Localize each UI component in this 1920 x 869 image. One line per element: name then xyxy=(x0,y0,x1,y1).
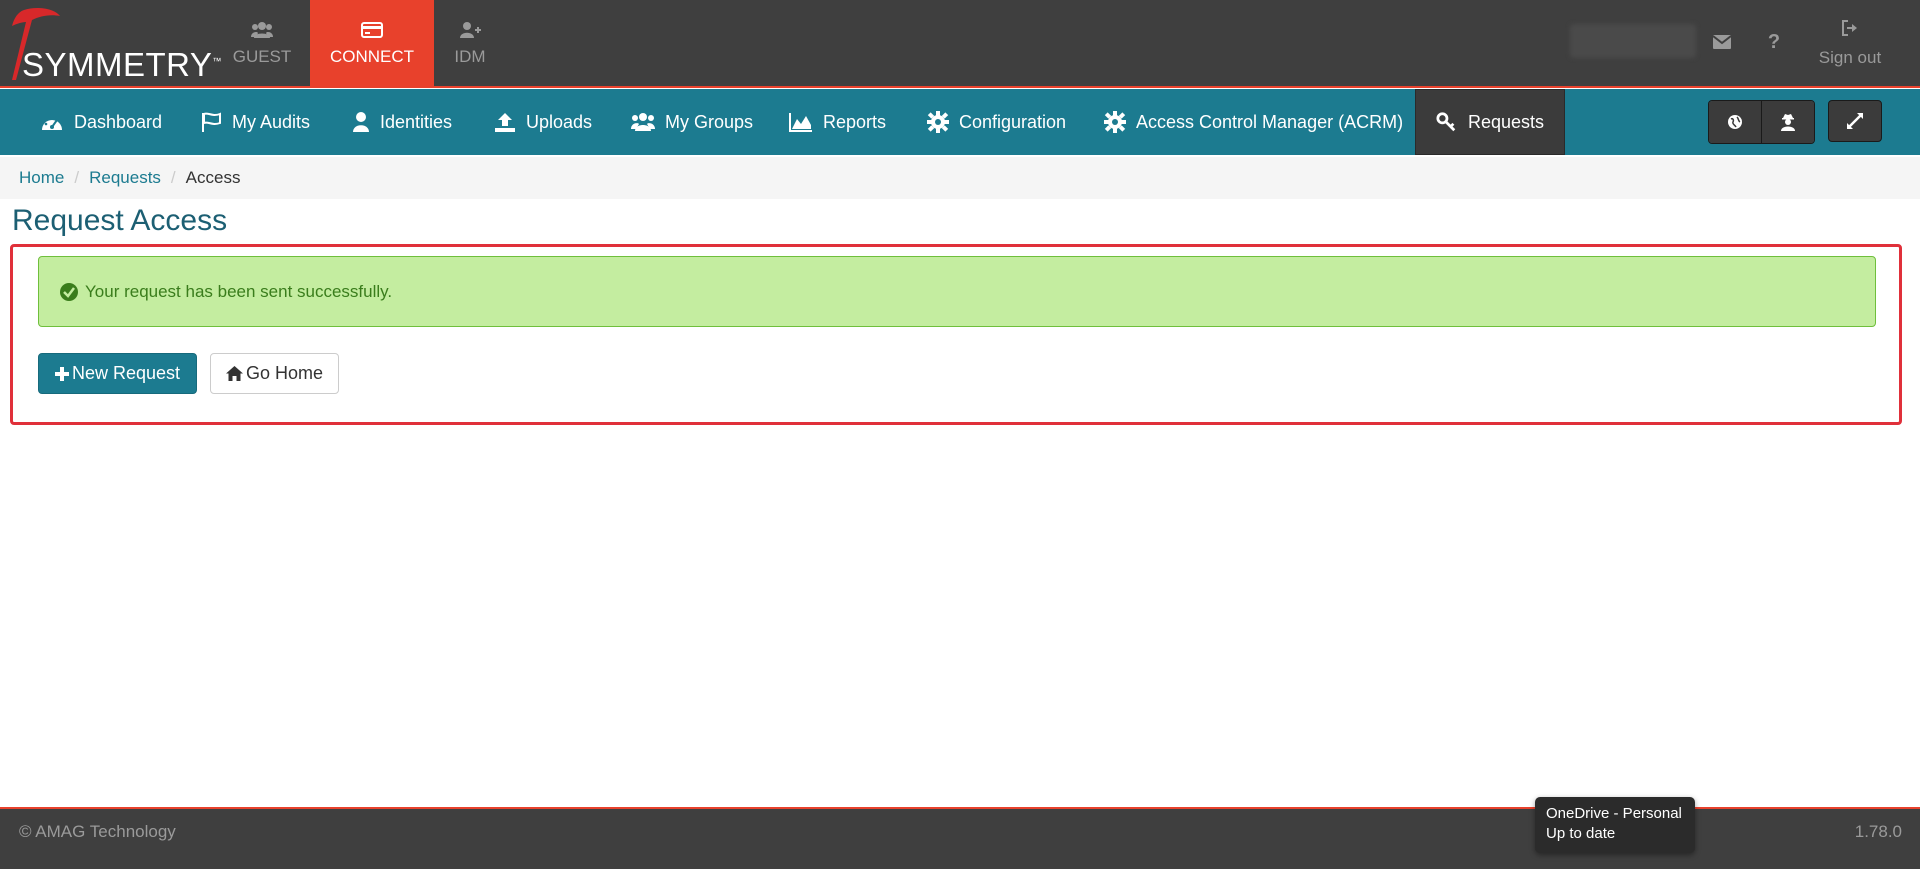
flag-icon xyxy=(202,112,221,132)
logo-trademark: ™ xyxy=(212,56,222,66)
nav-item-label: Access Control Manager (ACRM) xyxy=(1136,111,1404,132)
nav-item-configuration[interactable]: Configuration xyxy=(927,89,1066,155)
tooltip-line-1: OneDrive - Personal xyxy=(1546,805,1682,822)
check-circle-icon xyxy=(60,282,78,301)
globe-icon xyxy=(1728,115,1742,129)
nav-item-identities[interactable]: Identities xyxy=(352,89,452,155)
breadcrumb: Home / Requests / Access xyxy=(0,157,1920,199)
expand-icon xyxy=(1847,113,1863,129)
symmetry-logo[interactable]: SYMMETRY™ xyxy=(6,6,221,84)
sign-out-icon xyxy=(1808,20,1892,40)
breadcrumb-home[interactable]: Home xyxy=(19,168,64,188)
app-tab-label: IDM xyxy=(454,47,486,66)
user-secret-button[interactable] xyxy=(1761,101,1814,143)
app-tab-label: CONNECT xyxy=(329,47,415,66)
app-tab-guest[interactable]: GUEST xyxy=(222,0,302,86)
nav-item-label: Configuration xyxy=(959,111,1067,132)
go-home-button[interactable]: Go Home xyxy=(210,353,339,394)
gear-icon xyxy=(1104,111,1126,133)
area-chart-icon xyxy=(789,113,812,132)
app-tab-connect[interactable]: CONNECT xyxy=(310,0,434,86)
sign-out-label: Sign out xyxy=(1818,48,1882,67)
nav-item-dashboard[interactable]: Dashboard xyxy=(40,89,162,155)
user-icon xyxy=(353,112,369,132)
card-icon xyxy=(361,19,383,41)
globe-button[interactable] xyxy=(1709,101,1761,143)
nav-button-group xyxy=(1708,100,1815,144)
new-request-label: New Request xyxy=(71,363,181,383)
upload-icon xyxy=(495,113,515,132)
nav-item-reports[interactable]: Reports xyxy=(789,89,886,155)
nav-item-label: Requests xyxy=(1467,111,1544,132)
breadcrumb-separator: / xyxy=(170,168,176,187)
top-bar: SYMMETRY™ GUEST CONNECT IDM ? Sign out xyxy=(0,0,1920,88)
nav-item-label: My Groups xyxy=(665,111,754,132)
breadcrumb-separator: / xyxy=(74,168,80,187)
tooltip-line-2: Up to date xyxy=(1546,825,1616,842)
nav-item-my-groups[interactable]: My Groups xyxy=(631,89,753,155)
users-icon xyxy=(251,19,273,41)
gear-icon xyxy=(927,111,949,133)
plus-icon xyxy=(54,366,69,381)
logo-text: SYMMETRY xyxy=(22,46,213,83)
home-icon xyxy=(225,366,243,381)
footer-copyright: © AMAG Technology xyxy=(19,822,176,841)
page-title: Request Access xyxy=(12,204,228,237)
nav-item-label: My Audits xyxy=(232,111,311,132)
question-icon[interactable]: ? xyxy=(1762,30,1786,54)
user-secret-icon xyxy=(1781,114,1795,131)
nav-item-label: Reports xyxy=(823,111,887,132)
success-alert: Your request has been sent successfully. xyxy=(38,256,1876,327)
dashboard-icon xyxy=(42,115,62,130)
user-plus-icon xyxy=(459,19,481,41)
user-name-blurred[interactable] xyxy=(1570,24,1696,58)
nav-item-label: Identities xyxy=(380,111,453,132)
sign-out-button[interactable]: Sign out xyxy=(1808,20,1892,68)
users-icon xyxy=(631,113,655,131)
app-tab-label: GUEST xyxy=(232,47,292,66)
app-tab-idm[interactable]: IDM xyxy=(440,0,500,86)
key-icon xyxy=(1436,112,1456,132)
new-request-button[interactable]: New Request xyxy=(38,353,197,394)
fullscreen-button[interactable] xyxy=(1828,100,1882,142)
nav-item-requests[interactable]: Requests xyxy=(1415,89,1565,155)
breadcrumb-requests[interactable]: Requests xyxy=(89,168,161,188)
footer-version: 1.78.0 xyxy=(1854,822,1902,841)
breadcrumb-current: Access xyxy=(185,168,241,187)
go-home-label: Go Home xyxy=(245,363,324,383)
envelope-icon[interactable] xyxy=(1710,30,1734,54)
nav-item-acrm[interactable]: Access Control Manager (ACRM) xyxy=(1104,89,1403,155)
nav-item-my-audits[interactable]: My Audits xyxy=(200,89,310,155)
alert-message: Your request has been sent successfully. xyxy=(85,281,393,301)
onedrive-tooltip: OneDrive - Personal Up to date xyxy=(1535,797,1695,853)
nav-item-uploads[interactable]: Uploads xyxy=(494,89,592,155)
nav-item-label: Uploads xyxy=(526,111,593,132)
nav-item-label: Dashboard xyxy=(74,111,163,132)
main-nav: Dashboard My Audits Identities Uploads M… xyxy=(0,89,1920,155)
